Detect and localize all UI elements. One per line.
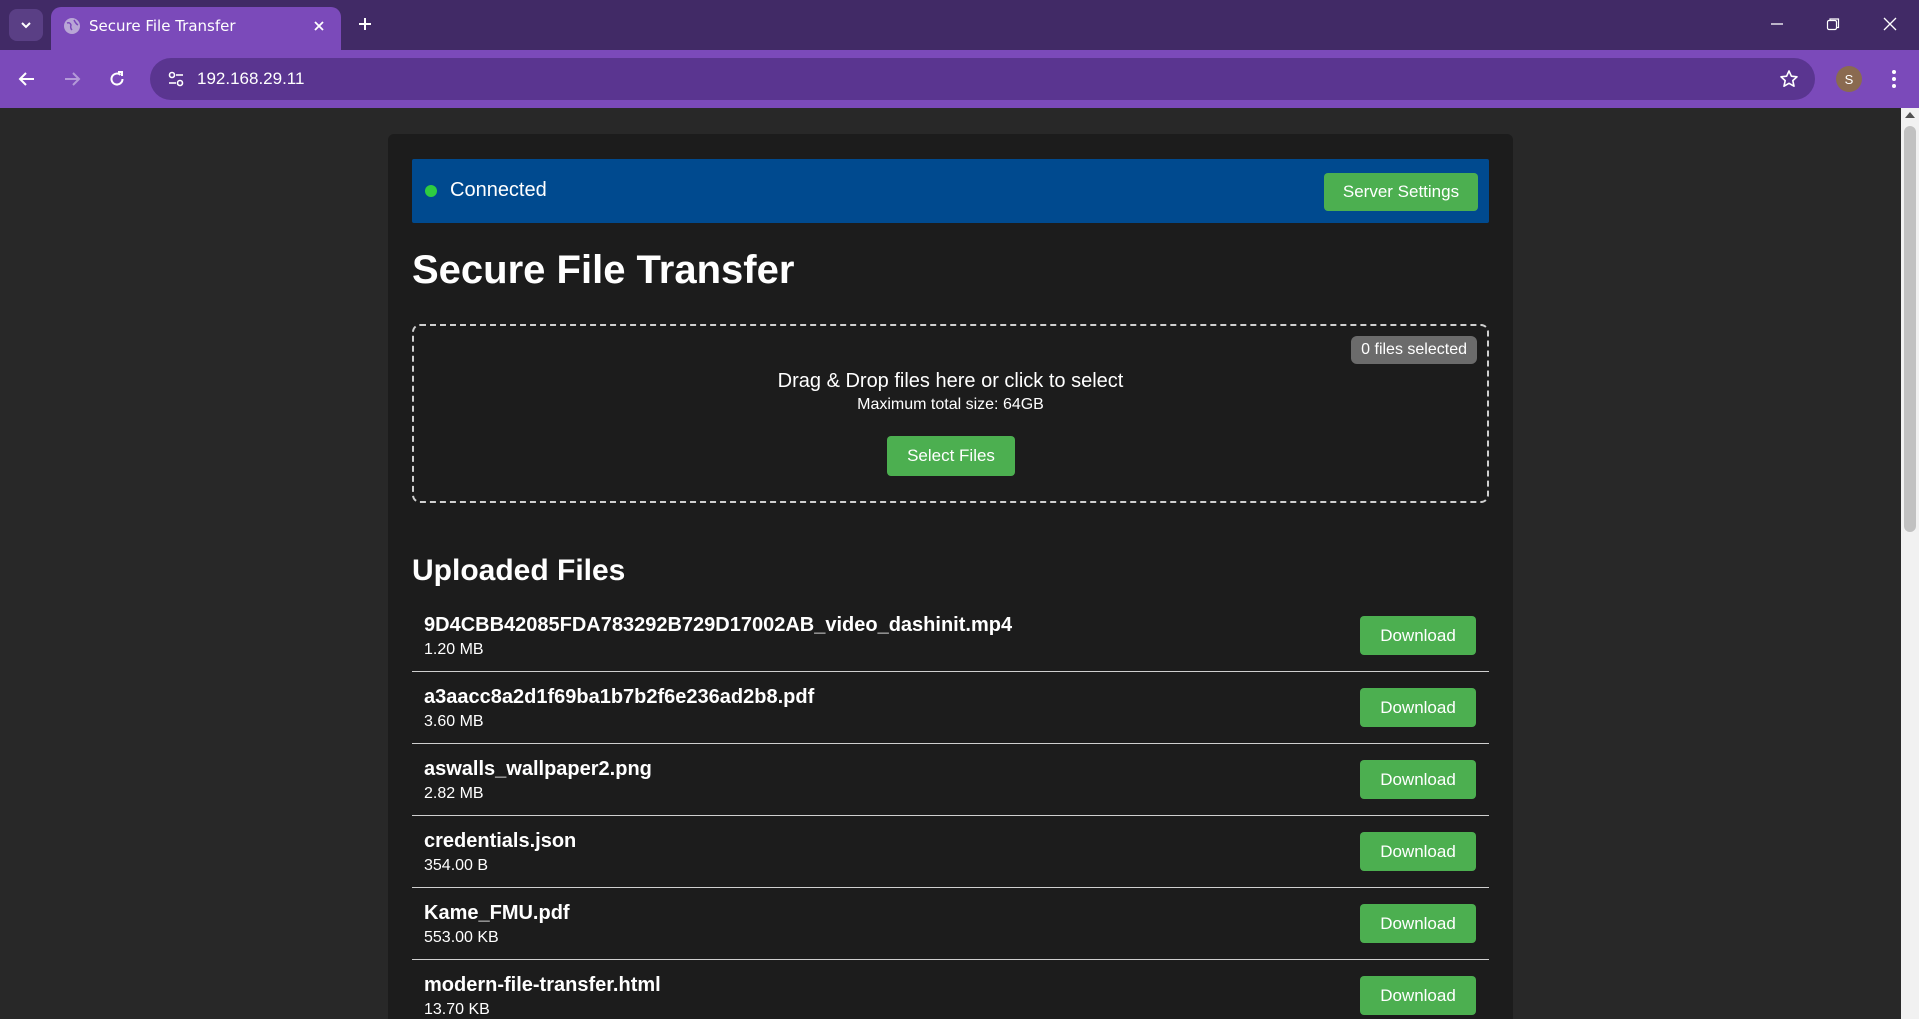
download-button[interactable]: Download bbox=[1360, 904, 1476, 943]
reload-icon bbox=[110, 71, 124, 86]
page-viewport: Connected Server Settings Secure File Tr… bbox=[0, 108, 1901, 1019]
star-icon bbox=[1780, 70, 1798, 87]
dropzone-text: Drag & Drop files here or click to selec… bbox=[777, 370, 1124, 392]
file-size: 553.00 KB bbox=[424, 929, 499, 946]
new-tab-button[interactable] bbox=[352, 11, 378, 37]
browser-tab-bar: Secure File Transfer bbox=[0, 0, 1919, 50]
browser-menu-button[interactable] bbox=[1880, 64, 1908, 94]
close-tab-button[interactable] bbox=[308, 15, 330, 37]
tab-search-button[interactable] bbox=[9, 9, 43, 41]
file-row: Kame_FMU.pdf 553.00 KB Download bbox=[412, 888, 1489, 960]
file-name: aswalls_wallpaper2.png bbox=[424, 758, 652, 780]
url-text[interactable]: 192.168.29.11 bbox=[197, 69, 304, 89]
back-button[interactable] bbox=[9, 61, 45, 97]
files-selected-badge: 0 files selected bbox=[1351, 336, 1477, 364]
close-icon bbox=[1883, 17, 1897, 31]
select-files-button[interactable]: Select Files bbox=[887, 436, 1015, 476]
download-button[interactable]: Download bbox=[1360, 760, 1476, 799]
connection-status-bar: Connected Server Settings bbox=[412, 159, 1489, 223]
uploaded-files-list: 9D4CBB42085FDA783292B729D17002AB_video_d… bbox=[412, 600, 1489, 1019]
status-text: Connected bbox=[450, 179, 547, 201]
forward-button[interactable] bbox=[54, 61, 90, 97]
plus-icon bbox=[359, 18, 371, 30]
tune-icon bbox=[168, 71, 184, 87]
file-row: aswalls_wallpaper2.png 2.82 MB Download bbox=[412, 744, 1489, 816]
file-row: modern-file-transfer.html 13.70 KB Downl… bbox=[412, 960, 1489, 1019]
restore-button[interactable] bbox=[1813, 8, 1853, 40]
status-dot bbox=[425, 185, 437, 197]
page-title: Secure File Transfer bbox=[412, 248, 795, 292]
dropzone-max-size: Maximum total size: 64GB bbox=[857, 396, 1044, 413]
scroll-up-arrow[interactable] bbox=[1905, 112, 1915, 118]
profile-avatar[interactable]: S bbox=[1836, 66, 1862, 92]
browser-tab[interactable]: Secure File Transfer bbox=[51, 7, 341, 50]
file-size: 2.82 MB bbox=[424, 785, 484, 802]
file-name: a3aacc8a2d1f69ba1b7b2f6e236ad2b8.pdf bbox=[424, 686, 815, 708]
download-button[interactable]: Download bbox=[1360, 832, 1476, 871]
file-size: 13.70 KB bbox=[424, 1001, 490, 1018]
minimize-icon bbox=[1771, 23, 1783, 25]
file-size: 1.20 MB bbox=[424, 641, 484, 658]
file-name: credentials.json bbox=[424, 830, 577, 852]
file-dropzone[interactable]: 0 files selected Drag & Drop files here … bbox=[412, 324, 1489, 503]
arrow-right-icon bbox=[65, 72, 81, 86]
globe-icon bbox=[64, 18, 80, 34]
site-info-button[interactable] bbox=[160, 63, 192, 95]
file-name: Kame_FMU.pdf bbox=[424, 902, 570, 924]
scrollbar-thumb[interactable] bbox=[1904, 126, 1916, 532]
close-icon bbox=[314, 21, 324, 31]
tab-title: Secure File Transfer bbox=[89, 17, 236, 35]
file-row: credentials.json 354.00 B Download bbox=[412, 816, 1489, 888]
download-button[interactable]: Download bbox=[1360, 976, 1476, 1015]
bookmark-button[interactable] bbox=[1777, 67, 1801, 91]
arrow-left-icon bbox=[18, 72, 34, 86]
uploaded-files-heading: Uploaded Files bbox=[412, 554, 626, 587]
restore-icon bbox=[1826, 18, 1840, 31]
reload-button[interactable] bbox=[99, 61, 135, 97]
more-vert-icon bbox=[1892, 70, 1896, 88]
chevron-down-icon bbox=[21, 22, 31, 29]
page-scrollbar[interactable] bbox=[1901, 108, 1919, 1019]
minimize-button[interactable] bbox=[1757, 8, 1797, 40]
server-settings-button[interactable]: Server Settings bbox=[1324, 173, 1478, 211]
download-button[interactable]: Download bbox=[1360, 616, 1476, 655]
address-bar[interactable]: 192.168.29.11 bbox=[150, 58, 1815, 100]
browser-toolbar: 192.168.29.11 S bbox=[0, 50, 1919, 108]
file-row: 9D4CBB42085FDA783292B729D17002AB_video_d… bbox=[412, 600, 1489, 672]
close-window-button[interactable] bbox=[1870, 8, 1910, 40]
file-size: 3.60 MB bbox=[424, 713, 484, 730]
download-button[interactable]: Download bbox=[1360, 688, 1476, 727]
file-size: 354.00 B bbox=[424, 857, 489, 874]
file-name: modern-file-transfer.html bbox=[424, 974, 661, 996]
file-row: a3aacc8a2d1f69ba1b7b2f6e236ad2b8.pdf 3.6… bbox=[412, 672, 1489, 744]
main-card: Connected Server Settings Secure File Tr… bbox=[388, 134, 1513, 1019]
file-name: 9D4CBB42085FDA783292B729D17002AB_video_d… bbox=[424, 614, 1013, 636]
